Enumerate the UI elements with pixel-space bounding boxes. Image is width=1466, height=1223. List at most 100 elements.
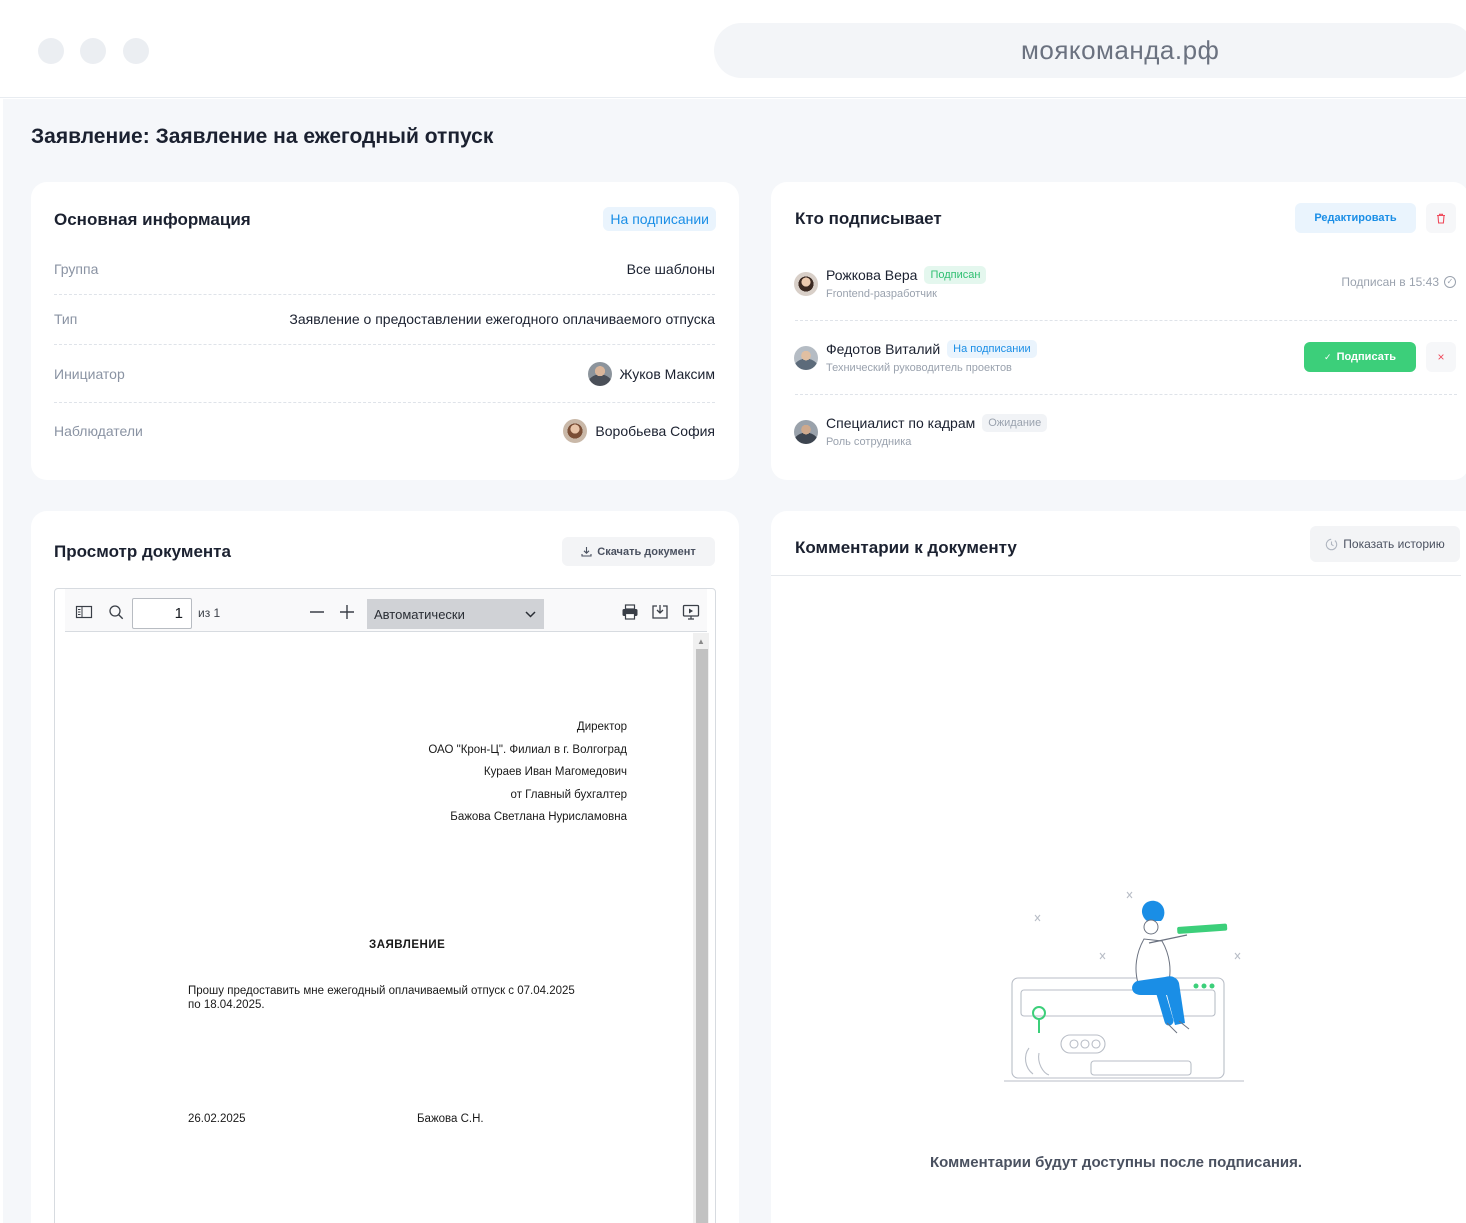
edit-signers-button[interactable]: Редактировать xyxy=(1295,203,1416,233)
doc-header-line: от Главный бухгалтер xyxy=(510,789,627,801)
status-badge: На подписании xyxy=(603,207,716,231)
window-maximize-dot[interactable] xyxy=(123,38,149,64)
minus-icon[interactable] xyxy=(308,604,326,620)
history-label: Показать историю xyxy=(1343,537,1445,551)
window-close-dot[interactable] xyxy=(38,38,64,64)
info-label: Группа xyxy=(54,261,99,277)
zoom-select[interactable]: Автоматически xyxy=(367,599,544,629)
download-document-button[interactable]: Скачать документ xyxy=(562,537,715,566)
doc-signature: Бажова С.Н. xyxy=(417,1113,484,1125)
comments-card: Комментарии к документу Показать историю xyxy=(771,511,1466,1223)
signer-name: Специалист по кадрам xyxy=(826,415,976,431)
signed-time-text: Подписан в 15:43 xyxy=(1341,275,1439,289)
scrollbar-thumb[interactable] xyxy=(696,649,708,1223)
sidebar-toggle-icon[interactable] xyxy=(75,604,93,620)
clock-icon xyxy=(1326,538,1338,550)
status-badge: На подписании xyxy=(947,340,1037,358)
info-card-title: Основная информация xyxy=(54,210,251,229)
signer-name: Федотов Виталий xyxy=(826,341,941,357)
info-value: Все шаблоны xyxy=(626,261,715,277)
info-row-observers: Наблюдатели Воробьева София xyxy=(54,419,715,443)
search-icon[interactable] xyxy=(107,604,125,620)
divider xyxy=(795,320,1457,321)
app-content: Заявление: Заявление на ежегодный отпуск… xyxy=(3,99,1466,1223)
chevron-down-icon xyxy=(525,610,536,618)
doc-header-line: Бажова Светлана Нурисламовна xyxy=(450,811,627,823)
signers-card-title: Кто подписывает xyxy=(795,209,942,228)
signer-name-line: Федотов Виталий На подписании xyxy=(826,340,1037,358)
zoom-value: Автоматически xyxy=(374,606,465,622)
initiator-value[interactable]: Жуков Максим xyxy=(587,362,716,386)
save-icon[interactable] xyxy=(651,604,669,620)
trash-icon xyxy=(1437,213,1445,224)
browser-chrome: моякоманда.рф xyxy=(0,0,1466,98)
info-row-initiator: Инициатор Жуков Максим xyxy=(54,362,715,386)
scroll-up-arrow[interactable]: ▲ xyxy=(697,637,705,646)
check-icon: ✓ xyxy=(1324,351,1332,362)
window-minimize-dot[interactable] xyxy=(80,38,106,64)
sign-button-label: Подписать xyxy=(1336,351,1396,363)
document-card: Просмотр документа Скачать документ 1 из… xyxy=(31,511,739,1223)
signed-time: Подписан в 15:43 ✓ xyxy=(1341,275,1456,289)
avatar xyxy=(563,419,588,443)
info-card: Основная информация На подписании Группа… xyxy=(31,182,739,480)
doc-header-line: Директор xyxy=(576,721,627,733)
address-bar[interactable]: моякоманда.рф xyxy=(714,23,1466,78)
page-count: из 1 xyxy=(198,606,221,620)
divider xyxy=(771,575,1461,576)
doc-header-line: ОАО "Крон-Ц". Филиал в г. Волгоград xyxy=(428,744,627,756)
check-icon: ✓ xyxy=(1444,276,1456,288)
signer-role: Роль сотрудника xyxy=(826,436,912,448)
signer-name: Рожкова Вера xyxy=(826,267,918,283)
divider xyxy=(795,394,1457,395)
signer-name-line: Специалист по кадрам Ожидание xyxy=(826,414,1048,432)
show-history-button[interactable]: Показать историю xyxy=(1310,526,1460,562)
empty-comments-text: Комментарии будут доступны после подписа… xyxy=(929,1154,1303,1171)
signer-role: Технический руководитель проектов xyxy=(826,362,1012,374)
page-title: Заявление: Заявление на ежегодный отпуск xyxy=(31,125,494,148)
info-label: Тип xyxy=(54,311,78,327)
plus-icon[interactable] xyxy=(338,604,356,620)
sign-button[interactable]: ✓ Подписать xyxy=(1304,342,1416,372)
doc-body-line: Прошу предоставить мне ежегодный оплачив… xyxy=(188,985,575,997)
info-row-group: Группа Все шаблоны xyxy=(54,261,715,277)
signer-item: Специалист по кадрам Ожидание Роль сотру… xyxy=(794,414,1456,454)
doc-heading: ЗАЯВЛЕНИЕ xyxy=(369,939,446,951)
empty-comments-illustration xyxy=(1004,891,1244,1082)
divider xyxy=(54,402,715,403)
pdf-toolbar: 1 из 1 Автоматически xyxy=(65,589,707,632)
doc-header-line: Кураев Иван Магомедович xyxy=(483,766,627,778)
page-number-input[interactable]: 1 xyxy=(132,598,192,629)
pdf-viewer: 1 из 1 Автоматически ▲ Директор ОАО "Кро… xyxy=(54,588,716,1223)
comments-card-title: Комментарии к документу xyxy=(795,538,1017,557)
initiator-name: Жуков Максим xyxy=(619,366,716,382)
presentation-icon[interactable] xyxy=(682,604,700,620)
info-row-type: Тип Заявление о предоставлении ежегодног… xyxy=(54,311,715,327)
status-badge: Ожидание xyxy=(982,414,1048,432)
close-icon: × xyxy=(1437,350,1445,364)
doc-date: 26.02.2025 xyxy=(188,1113,246,1125)
observer-value[interactable]: Воробьева София xyxy=(563,419,715,443)
observer-name: Воробьева София xyxy=(595,423,715,439)
avatar xyxy=(794,272,818,296)
download-label: Скачать документ xyxy=(597,545,696,558)
divider xyxy=(54,294,715,295)
doc-body-line: по 18.04.2025. xyxy=(188,999,265,1011)
reject-button[interactable]: × xyxy=(1426,342,1456,372)
document-card-title: Просмотр документа xyxy=(54,542,231,561)
avatar xyxy=(794,420,818,444)
delete-button[interactable] xyxy=(1426,203,1456,233)
signer-role: Frontend-разработчик xyxy=(826,288,937,300)
signer-item: Рожкова Вера Подписан Frontend-разработч… xyxy=(794,266,1456,306)
download-icon xyxy=(581,547,592,557)
signers-card: Кто подписывает Редактировать Рожкова Ве… xyxy=(771,182,1466,480)
signer-name-line: Рожкова Вера Подписан xyxy=(826,266,987,284)
divider xyxy=(54,344,715,345)
avatar xyxy=(587,362,612,386)
avatar xyxy=(794,346,818,370)
url-text: моякоманда.рф xyxy=(1021,35,1220,65)
print-icon[interactable] xyxy=(621,604,639,620)
info-label: Наблюдатели xyxy=(54,423,143,439)
info-value: Заявление о предоставлении ежегодного оп… xyxy=(289,311,715,327)
status-badge: Подписан xyxy=(924,266,987,284)
